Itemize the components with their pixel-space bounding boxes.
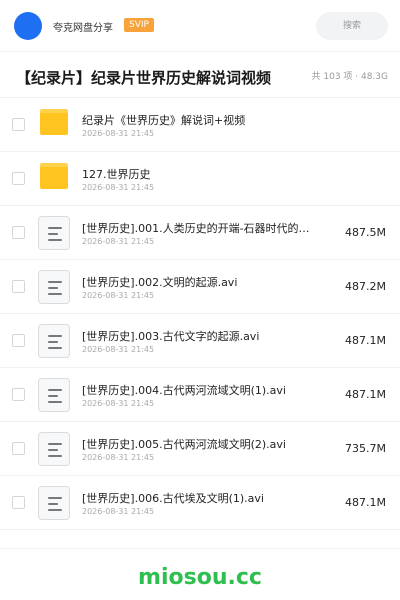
row-checkbox[interactable] <box>12 388 25 401</box>
top-bar: 夸克网盘分享 SVIP 搜索 <box>0 0 400 52</box>
file-date: 2026-08-31 21:45 <box>82 345 155 354</box>
file-date: 2026-08-31 21:45 <box>82 183 155 192</box>
file-size: 735.7M <box>345 442 386 455</box>
file-size: 487.1M <box>345 496 386 509</box>
watermark: miosou.cc <box>138 565 262 590</box>
list-item[interactable]: [世界历史].005.古代两河流域文明(2).avi 2026-08-31 21:… <box>0 422 400 476</box>
file-date: 2026-08-31 21:45 <box>82 129 155 138</box>
list-item[interactable]: [世界历史].002.文明的起源.avi 2026-08-31 21:45 487.… <box>0 260 400 314</box>
folder-icon <box>40 109 68 135</box>
list-item[interactable]: 127.世界历史 2026-08-31 21:45 <box>0 152 400 206</box>
list-item[interactable]: [世界历史].001.人类历史的开端-石器时代的人… 2026-08-31 21:… <box>0 206 400 260</box>
video-file-icon <box>38 216 70 250</box>
file-name[interactable]: 纪录片《世界历史》解说词+视频 <box>82 112 320 128</box>
list-item[interactable]: [世界历史].003.古代文字的起源.avi 2026-08-31 21:45 48… <box>0 314 400 368</box>
row-checkbox[interactable] <box>12 226 25 239</box>
file-name[interactable]: 127.世界历史 <box>82 166 320 182</box>
row-checkbox[interactable] <box>12 280 25 293</box>
file-list: 纪录片《世界历史》解说词+视频 2026-08-31 21:45 127.世界历史 2… <box>0 98 400 530</box>
video-file-icon <box>38 270 70 304</box>
video-file-icon <box>38 486 70 520</box>
file-date: 2026-08-31 21:45 <box>82 507 155 516</box>
file-date: 2026-08-31 21:45 <box>82 453 155 462</box>
file-date: 2026-08-31 21:45 <box>82 237 155 246</box>
video-file-icon <box>38 432 70 466</box>
brand-name: 夸克网盘分享 <box>53 23 113 34</box>
file-name[interactable]: [世界历史].006.古代埃及文明(1).avi <box>82 490 320 506</box>
file-name[interactable]: [世界历史].004.古代两河流域文明(1).avi <box>82 382 320 398</box>
video-file-icon <box>38 378 70 412</box>
search-input[interactable]: 搜索 <box>316 12 388 40</box>
list-item[interactable]: 纪录片《世界历史》解说词+视频 2026-08-31 21:45 <box>0 98 400 152</box>
row-checkbox[interactable] <box>12 334 25 347</box>
file-size: 487.1M <box>345 334 386 347</box>
row-checkbox[interactable] <box>12 172 25 185</box>
file-name[interactable]: [世界历史].002.文明的起源.avi <box>82 274 320 290</box>
row-checkbox[interactable] <box>12 496 25 509</box>
row-checkbox[interactable] <box>12 442 25 455</box>
folder-icon <box>40 163 68 189</box>
list-item[interactable]: [世界历史].006.古代埃及文明(1).avi 2026-08-31 21:45… <box>0 476 400 530</box>
avatar[interactable] <box>14 12 42 40</box>
item-summary: 共 103 项 · 48.3G <box>311 72 389 82</box>
file-name[interactable]: [世界历史].001.人类历史的开端-石器时代的人… <box>82 220 320 236</box>
file-name[interactable]: [世界历史].003.古代文字的起源.avi <box>82 328 320 344</box>
list-item[interactable]: [世界历史].004.古代两河流域文明(1).avi 2026-08-31 21:… <box>0 368 400 422</box>
file-size: 487.2M <box>345 280 386 293</box>
file-size: 487.5M <box>345 226 386 239</box>
row-checkbox[interactable] <box>12 118 25 131</box>
file-name[interactable]: [世界历史].005.古代两河流域文明(2).avi <box>82 436 320 452</box>
file-size: 487.1M <box>345 388 386 401</box>
svip-badge: SVIP <box>124 18 154 32</box>
file-date: 2026-08-31 21:45 <box>82 291 155 300</box>
footer: miosou.cc <box>0 548 400 600</box>
file-date: 2026-08-31 21:45 <box>82 399 155 408</box>
page-title: 【纪录片】纪录片世界历史解说词视频 <box>16 69 272 87</box>
video-file-icon <box>38 324 70 358</box>
folder-header: 【纪录片】纪录片世界历史解说词视频 共 103 项 · 48.3G <box>0 52 400 98</box>
